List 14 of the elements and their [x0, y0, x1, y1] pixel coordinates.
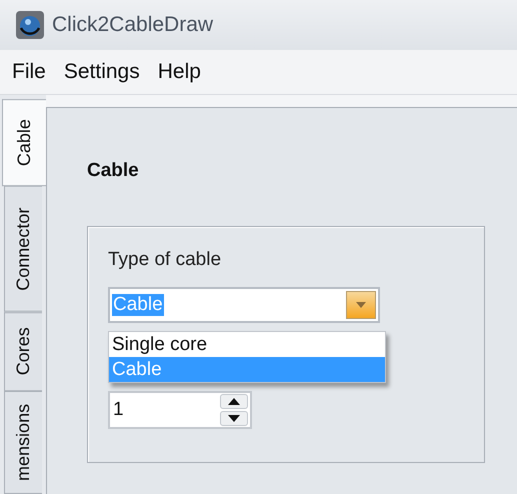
app-icon [16, 11, 44, 39]
dropdown-option[interactable]: Single core [109, 332, 385, 357]
tab[interactable]: Connector [4, 186, 42, 312]
dropdown-value: Cable [112, 294, 164, 316]
tab[interactable]: mensions [4, 391, 42, 494]
menu-item[interactable]: Help [150, 58, 209, 86]
section-heading: Cable [87, 160, 140, 182]
window-title: Click2CableDraw [52, 13, 214, 37]
menu-item[interactable]: Settings [56, 58, 148, 86]
menu-item[interactable]: File [4, 58, 54, 86]
tab[interactable]: Cable [2, 99, 46, 186]
tab[interactable]: Cores [4, 312, 42, 392]
number-spinbox[interactable]: 1 [108, 391, 252, 429]
field-label: Type of cable [108, 249, 222, 271]
